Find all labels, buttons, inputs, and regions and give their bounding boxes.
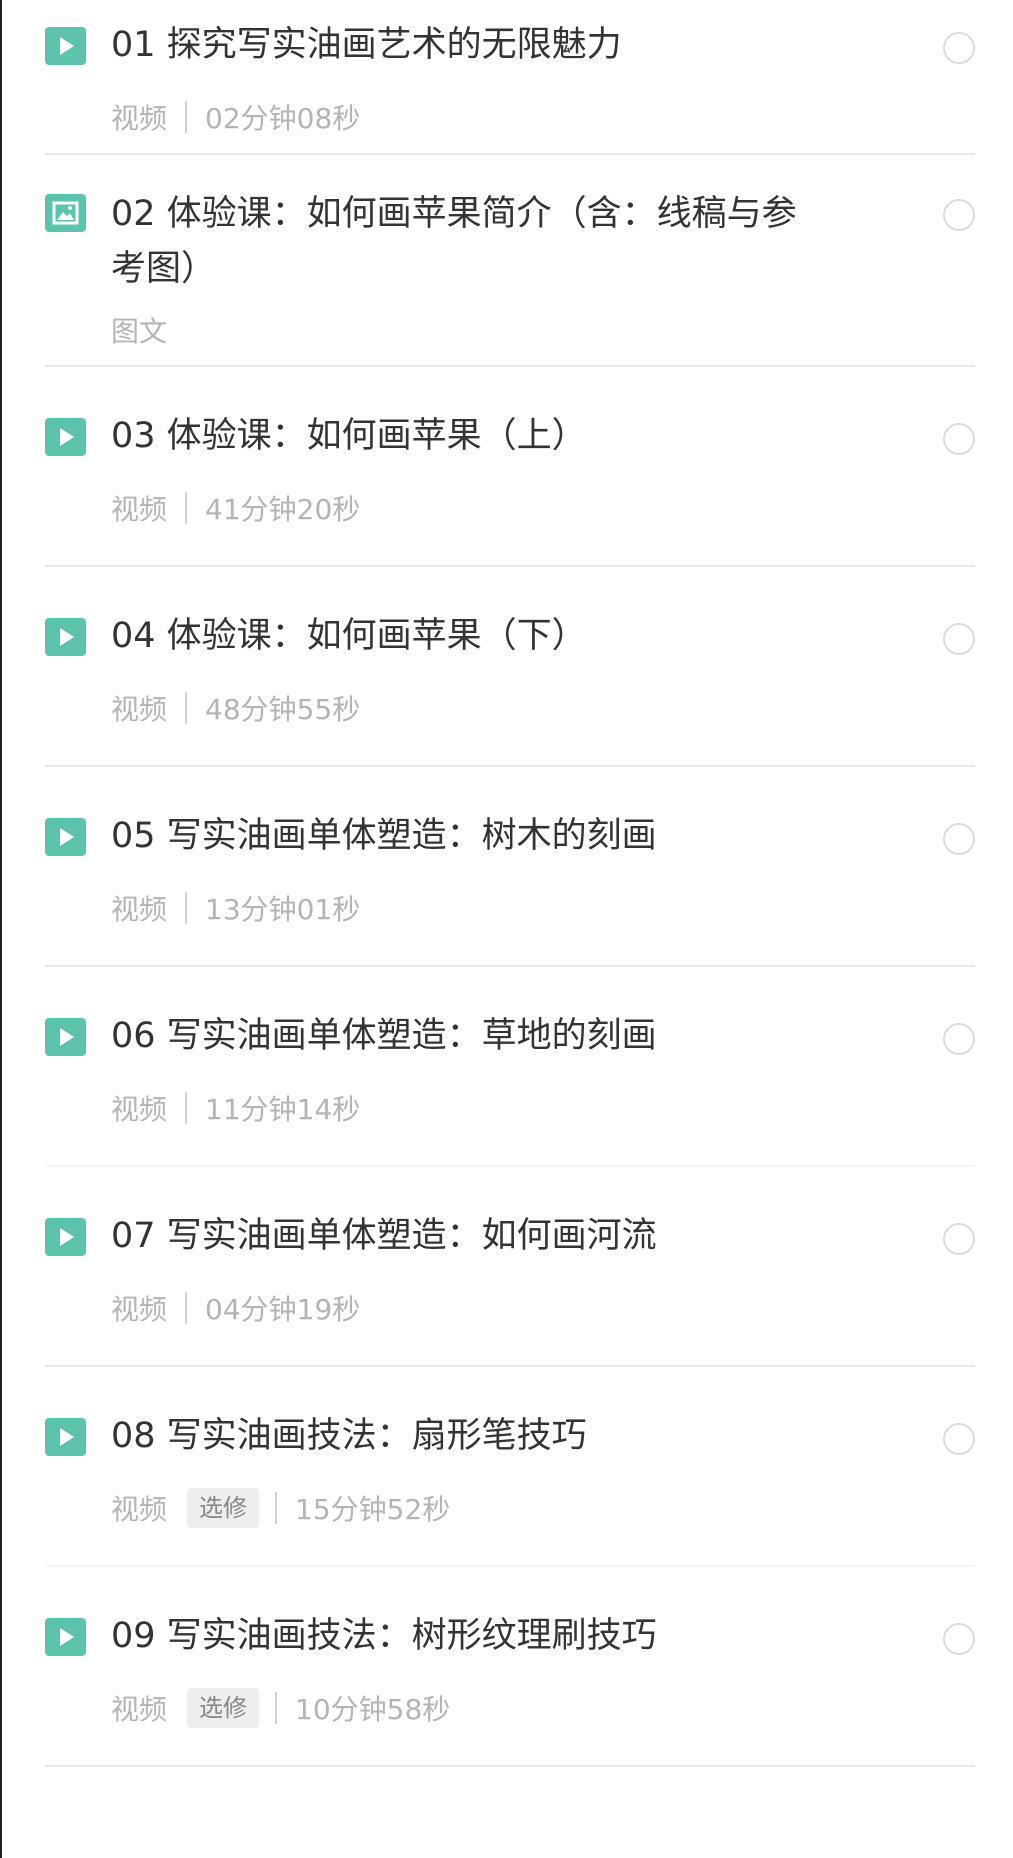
lesson-title: 07 写实油画单体塑造：如何画河流 <box>111 1216 657 1256</box>
lesson-item[interactable]: 03 体验课：如何画苹果（上） 视频 41分钟20秒 <box>45 367 975 567</box>
meta-divider <box>185 492 188 524</box>
play-icon <box>45 818 86 856</box>
play-icon <box>45 27 86 65</box>
lesson-duration: 41分钟20秒 <box>205 493 361 526</box>
lesson-title: 02 体验课：如何画苹果简介（含：线稿与参考图） <box>111 194 797 289</box>
lesson-type: 视频 <box>111 893 168 926</box>
lesson-item[interactable]: 09 写实油画技法：树形纹理刷技巧 视频 选修 10分钟58秒 <box>45 1567 975 1767</box>
elective-badge: 选修 <box>187 1688 260 1728</box>
lesson-type: 视频 <box>111 1093 168 1126</box>
play-icon <box>45 418 86 456</box>
meta-divider <box>185 101 188 133</box>
lesson-title: 01 探究写实油画艺术的无限魅力 <box>111 25 622 65</box>
progress-status-circle <box>943 1223 975 1255</box>
progress-status-circle <box>943 1023 975 1055</box>
play-icon <box>45 1418 86 1456</box>
lesson-duration: 13分钟01秒 <box>205 893 361 926</box>
progress-status-circle <box>943 623 975 655</box>
progress-status-circle <box>943 1423 975 1455</box>
lesson-title: 09 写实油画技法：树形纹理刷技巧 <box>111 1616 657 1656</box>
lesson-duration: 02分钟08秒 <box>205 102 361 135</box>
lesson-title: 05 写实油画单体塑造：树木的刻画 <box>111 816 657 856</box>
lesson-title: 06 写实油画单体塑造：草地的刻画 <box>111 1016 657 1056</box>
meta-divider <box>275 1692 278 1724</box>
lesson-meta: 视频 48分钟55秒 <box>111 688 360 728</box>
lesson-meta: 视频 04分钟19秒 <box>111 1288 360 1328</box>
lesson-item[interactable]: 05 写实油画单体塑造：树木的刻画 视频 13分钟01秒 <box>45 767 975 967</box>
lesson-meta: 视频 选修 10分钟58秒 <box>111 1688 450 1728</box>
meta-divider <box>275 1492 278 1524</box>
lesson-meta: 视频 选修 15分钟52秒 <box>111 1488 450 1528</box>
lesson-duration: 10分钟58秒 <box>295 1693 451 1726</box>
lesson-meta: 视频 13分钟01秒 <box>111 888 360 928</box>
lesson-item[interactable]: 01 探究写实油画艺术的无限魅力 视频 02分钟08秒 <box>45 0 975 155</box>
progress-status-circle <box>943 423 975 455</box>
lesson-item[interactable]: 08 写实油画技法：扇形笔技巧 视频 选修 15分钟52秒 <box>45 1367 975 1567</box>
lesson-meta: 视频 02分钟08秒 <box>111 97 360 137</box>
lesson-type: 视频 <box>111 1293 168 1326</box>
lesson-item[interactable]: 02 体验课：如何画苹果简介（含：线稿与参考图） 图文 <box>45 155 975 367</box>
lesson-type: 图文 <box>111 315 168 348</box>
lesson-list: 01 探究写实油画艺术的无限魅力 视频 02分钟08秒 02 体验课：如何画苹果… <box>45 0 975 1767</box>
lesson-title: 04 体验课：如何画苹果（下） <box>111 616 587 656</box>
lesson-title: 08 写实油画技法：扇形笔技巧 <box>111 1416 587 1456</box>
lesson-duration: 04分钟19秒 <box>205 1293 361 1326</box>
lesson-duration: 48分钟55秒 <box>205 693 361 726</box>
lesson-type: 视频 <box>111 493 168 526</box>
meta-divider <box>185 1292 188 1324</box>
meta-divider <box>185 1092 188 1124</box>
lesson-duration: 15分钟52秒 <box>295 1493 451 1526</box>
play-icon <box>45 618 86 656</box>
image-icon <box>45 194 86 232</box>
lesson-duration: 11分钟14秒 <box>205 1093 361 1126</box>
progress-status-circle <box>943 1623 975 1655</box>
lesson-item[interactable]: 06 写实油画单体塑造：草地的刻画 视频 11分钟14秒 <box>45 967 975 1167</box>
meta-divider <box>185 692 188 724</box>
lesson-type: 视频 <box>111 102 168 135</box>
play-icon <box>45 1618 86 1656</box>
lesson-type: 视频 <box>111 693 168 726</box>
progress-status-circle <box>943 823 975 855</box>
lesson-item[interactable]: 07 写实油画单体塑造：如何画河流 视频 04分钟19秒 <box>45 1167 975 1367</box>
progress-status-circle <box>943 199 975 231</box>
lesson-meta: 视频 41分钟20秒 <box>111 488 360 528</box>
play-icon <box>45 1218 86 1256</box>
lesson-meta: 图文 <box>111 310 167 350</box>
lesson-meta: 视频 11分钟14秒 <box>111 1088 360 1128</box>
left-edge-border <box>0 0 2 1858</box>
elective-badge: 选修 <box>187 1488 260 1528</box>
lesson-title: 03 体验课：如何画苹果（上） <box>111 416 587 456</box>
lesson-item[interactable]: 04 体验课：如何画苹果（下） 视频 48分钟55秒 <box>45 567 975 767</box>
play-icon <box>45 1018 86 1056</box>
meta-divider <box>185 892 188 924</box>
lesson-type: 视频 <box>111 1493 168 1526</box>
lesson-type: 视频 <box>111 1693 168 1726</box>
progress-status-circle <box>943 32 975 64</box>
